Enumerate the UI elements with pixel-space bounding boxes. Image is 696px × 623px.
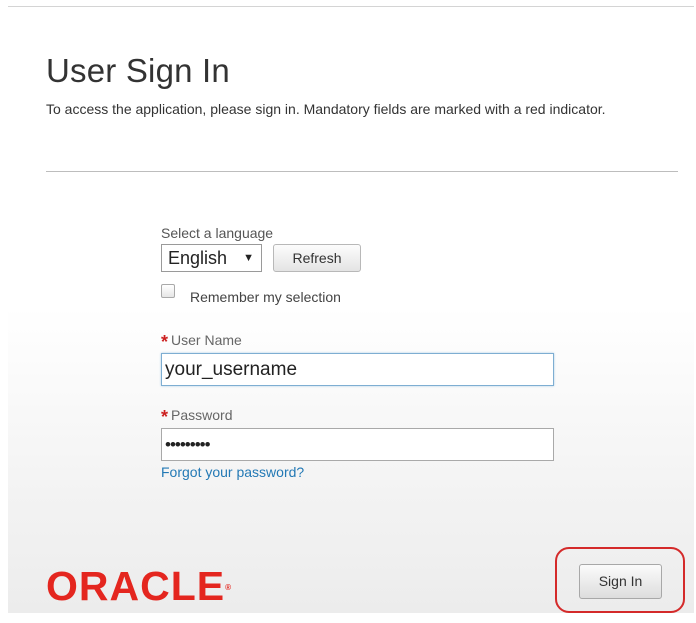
dropdown-arrow-icon: ▼ (243, 252, 254, 264)
remember-selection-checkbox[interactable] (161, 284, 175, 298)
registered-mark-icon: ® (225, 583, 233, 592)
password-label: * Password (161, 404, 233, 427)
required-indicator-icon: * (161, 407, 169, 427)
oracle-logo: ORACLE® (46, 566, 233, 607)
remember-selection-label: Remember my selection (190, 289, 341, 305)
required-indicator-icon: * (161, 332, 169, 352)
page-title: User Sign In (46, 52, 230, 89)
sign-in-panel: User Sign In To access the application, … (8, 6, 694, 613)
intro-text: To access the application, please sign i… (46, 101, 606, 117)
password-input[interactable]: ••••••••• (161, 428, 554, 461)
username-input[interactable]: your_username (161, 353, 554, 386)
language-selected-value: English (168, 248, 228, 268)
username-label: * User Name (161, 329, 242, 352)
password-label-text: Password (171, 407, 233, 423)
username-label-text: User Name (171, 332, 242, 348)
language-select[interactable]: English ▼ (161, 244, 262, 272)
sign-in-button[interactable]: Sign In (579, 564, 662, 599)
language-label: Select a language (161, 225, 274, 241)
forgot-password-link[interactable]: Forgot your password? (161, 464, 304, 480)
oracle-logo-text: ORACLE (46, 563, 226, 609)
refresh-button[interactable]: Refresh (273, 244, 361, 272)
divider (46, 171, 678, 172)
